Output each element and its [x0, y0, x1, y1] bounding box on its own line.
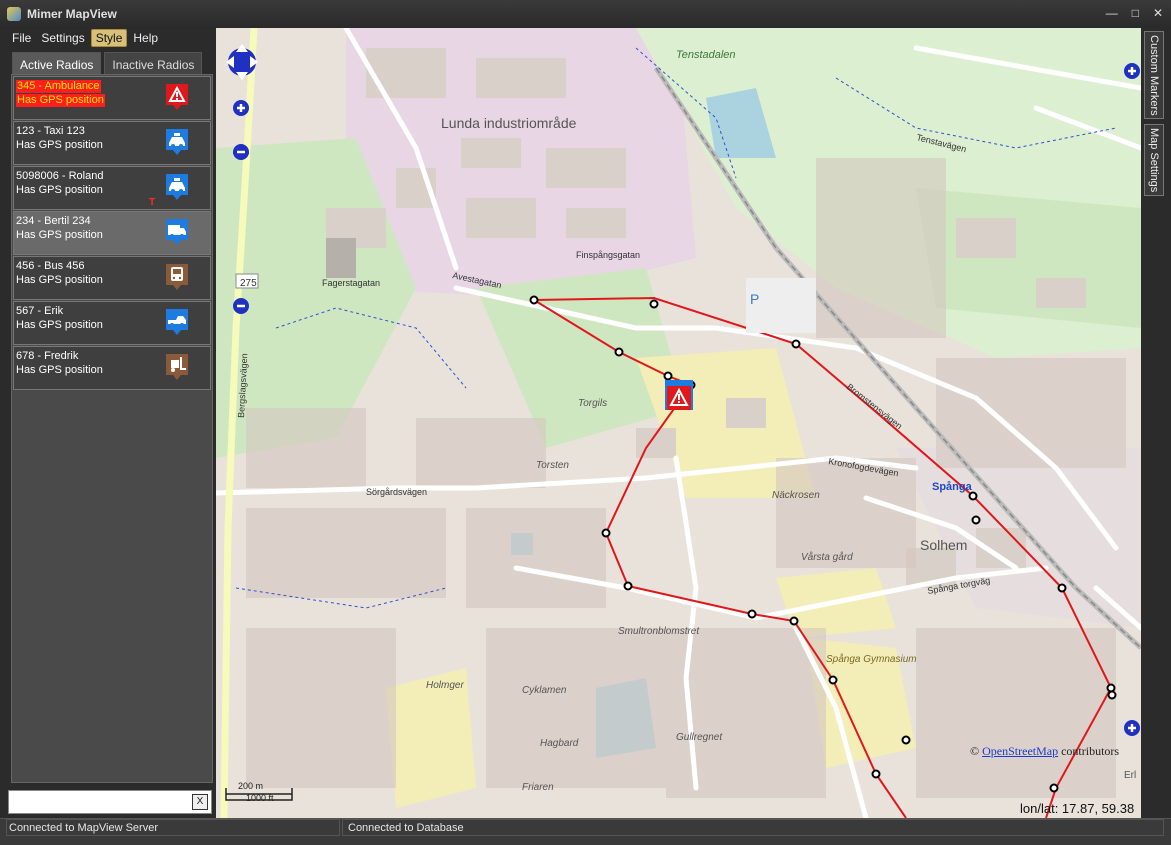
- map-settings-tab[interactable]: Map Settings: [1144, 124, 1164, 196]
- place-label: Cyklamen: [522, 685, 567, 696]
- tab-active-radios[interactable]: Active Radios: [12, 52, 102, 74]
- zoom-out-icon[interactable]: [232, 142, 252, 162]
- radio-item-taxi-123[interactable]: 123 - Taxi 123 Has GPS position: [13, 121, 211, 165]
- taxi-icon: [166, 174, 188, 200]
- app-icon: [7, 7, 21, 21]
- parking-label: P: [750, 291, 759, 307]
- scale-metric: 200 m: [238, 781, 263, 791]
- radio-name: 678 - Fredrik: [16, 350, 79, 362]
- osm-link[interactable]: OpenStreetMap: [982, 744, 1058, 758]
- place-label: Vårsta gård: [801, 551, 853, 563]
- radio-list[interactable]: 345 - Ambulance Has GPS position 123 - T…: [11, 74, 213, 783]
- taxi-icon: [166, 129, 188, 155]
- radio-status: Has GPS position: [16, 184, 103, 196]
- radio-name: 345 - Ambulance: [16, 80, 101, 93]
- place-label: Friaren: [522, 782, 554, 793]
- place-label: Erl: [1124, 770, 1136, 781]
- map-canvas[interactable]: Lunda industriområde Tenstadalen Solhem …: [216, 28, 1141, 818]
- road-number-label: 275: [240, 278, 257, 289]
- radio-status: Has GPS position: [16, 139, 103, 151]
- radio-item-bus-456[interactable]: 456 - Bus 456 Has GPS position: [13, 256, 211, 300]
- place-label: Solhem: [920, 537, 967, 553]
- truck-icon: [166, 219, 188, 245]
- station-label: Spånga: [932, 481, 973, 493]
- pickup-icon: [166, 309, 188, 335]
- radio-item-roland[interactable]: 5098006 - Roland Has GPS position T: [13, 166, 211, 210]
- maximize-button[interactable]: □: [1132, 6, 1139, 20]
- title-bar: Mimer MapView — □ ✕: [0, 0, 1171, 28]
- green-area: [916, 188, 1141, 328]
- minimize-button[interactable]: —: [1106, 6, 1118, 20]
- radio-item-fredrik[interactable]: 678 - Fredrik Has GPS position: [13, 346, 211, 390]
- radio-name: 5098006 - Roland: [16, 170, 104, 182]
- map-view[interactable]: Lunda industriområde Tenstadalen Solhem …: [216, 28, 1141, 818]
- ambulance-map-marker[interactable]: [665, 380, 693, 410]
- radio-name: 123 - Taxi 123: [16, 125, 85, 137]
- radio-status: Has GPS position: [16, 364, 103, 376]
- menu-settings[interactable]: Settings: [37, 30, 88, 46]
- alarm-warning-icon: [166, 84, 188, 110]
- place-label: Tenstadalen: [676, 49, 736, 61]
- place-label: Gullregnet: [676, 732, 723, 743]
- status-bar: Connected to MapView Server Connected to…: [0, 818, 1171, 845]
- radio-status: Has GPS position: [16, 319, 103, 331]
- place-label: Smultronblomstret: [618, 626, 700, 637]
- radio-item-erik[interactable]: 567 - Erik Has GPS position: [13, 301, 211, 345]
- tracking-flag: T: [149, 197, 156, 208]
- bus-icon: [166, 264, 188, 290]
- street-label: Fagerstagatan: [322, 278, 380, 288]
- database-status: Connected to Database: [348, 822, 464, 834]
- place-label: Hagbard: [540, 738, 579, 749]
- street-label: Sörgårdsvägen: [366, 487, 427, 497]
- scale-imperial: 1000 ft: [246, 793, 274, 803]
- place-label: Torgils: [578, 398, 607, 409]
- place-label: Lunda industriområde: [441, 115, 577, 131]
- radio-name: 456 - Bus 456: [16, 260, 85, 272]
- menu-file[interactable]: File: [8, 30, 35, 46]
- place-label: Näckrosen: [772, 490, 820, 501]
- radio-name: 234 - Bertil 234: [16, 215, 91, 227]
- server-status: Connected to MapView Server: [9, 822, 158, 834]
- menu-help[interactable]: Help: [129, 30, 162, 46]
- radio-status: Has GPS position: [16, 274, 103, 286]
- street-label: Finspångsgatan: [576, 250, 640, 260]
- custom-markers-tab[interactable]: Custom Markers: [1144, 31, 1164, 119]
- place-label: Spånga Gymnasium: [826, 653, 917, 665]
- minus-icon[interactable]: [232, 296, 252, 316]
- tab-inactive-radios[interactable]: Inactive Radios: [104, 52, 203, 74]
- coordinate-readout: lon/lat: 17.87, 59.38: [1020, 801, 1135, 816]
- status-panel-right: [342, 819, 1164, 836]
- radio-name: 567 - Erik: [16, 305, 64, 317]
- pan-control[interactable]: [226, 34, 266, 154]
- close-button[interactable]: ✕: [1153, 6, 1163, 20]
- radio-tabs: Active Radios Inactive Radios: [12, 52, 214, 74]
- attribution-prefix: ©: [970, 744, 983, 758]
- window-title: Mimer MapView: [27, 7, 117, 21]
- add-icon[interactable]: [1122, 718, 1141, 738]
- clear-search-button[interactable]: X: [192, 794, 208, 810]
- radio-status: Has GPS position: [16, 94, 105, 107]
- menu-bar: File Settings Style Help: [8, 29, 214, 47]
- place-label: Torsten: [536, 460, 569, 471]
- place-label: Holmger: [426, 680, 464, 691]
- radio-item-ambulance[interactable]: 345 - Ambulance Has GPS position: [13, 76, 211, 120]
- attribution: © OpenStreetMap contributors: [970, 744, 1119, 759]
- menu-style[interactable]: Style: [90, 29, 128, 47]
- add-custom-marker-icon[interactable]: [1122, 61, 1141, 81]
- attribution-suffix: contributors: [1058, 744, 1120, 758]
- radio-item-bertil-234[interactable]: 234 - Bertil 234 Has GPS position: [13, 211, 211, 255]
- forklift-icon: [166, 354, 188, 380]
- radio-status: Has GPS position: [16, 229, 103, 241]
- search-input[interactable]: X: [8, 790, 212, 814]
